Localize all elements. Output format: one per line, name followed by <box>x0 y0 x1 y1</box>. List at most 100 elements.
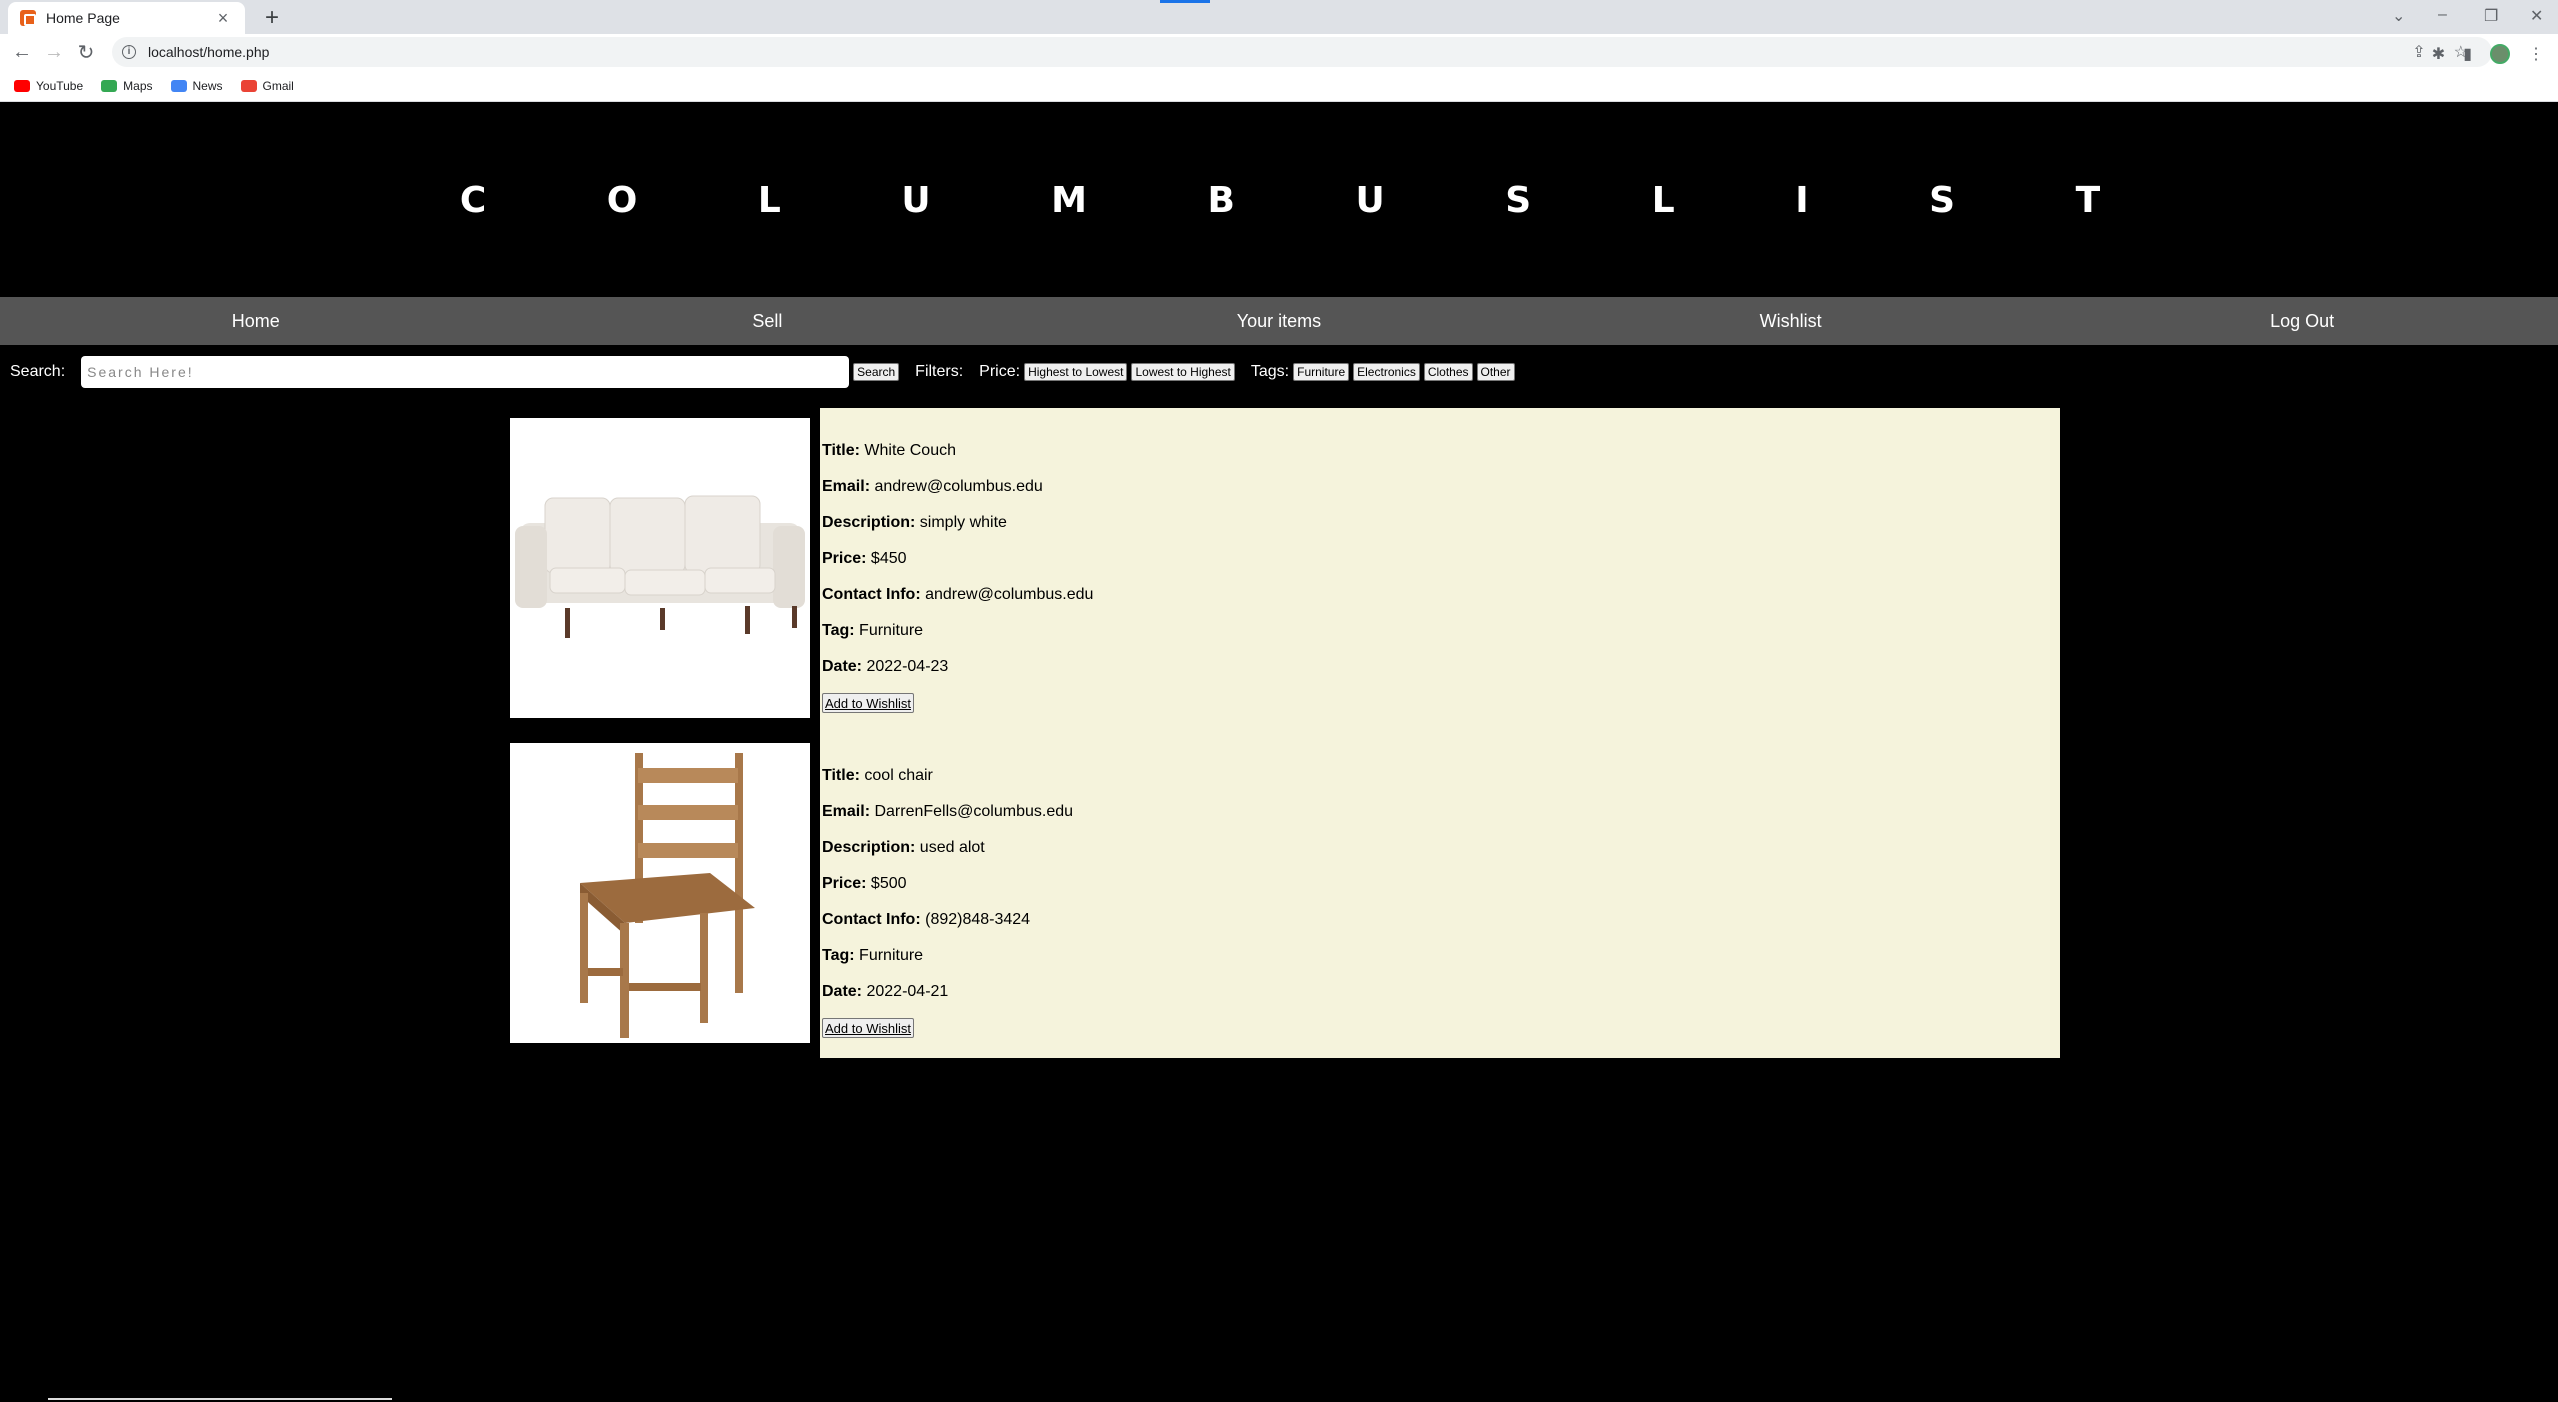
field-label: Date: <box>822 983 863 1000</box>
site-title: C O L U M B U S L I S T <box>459 179 2135 221</box>
profile-avatar[interactable] <box>2490 44 2510 64</box>
address-bar[interactable]: i localhost/home.php ⇪ ☆ <box>112 37 2492 67</box>
field-label: Email: <box>822 803 871 820</box>
listing-price-row: Price: $500 <box>822 874 2058 910</box>
listing-email-row: Email: andrew@columbus.edu <box>822 477 2058 513</box>
listing-title: cool chair <box>864 767 933 784</box>
tag-furniture-button[interactable]: Furniture <box>1293 363 1350 381</box>
listing-email: andrew@columbus.edu <box>874 478 1043 495</box>
listing-tag: Furniture <box>859 947 924 964</box>
listing-price: $450 <box>870 550 907 567</box>
close-icon[interactable]: × <box>213 8 233 29</box>
listing-email-row: Email: DarrenFells@columbus.edu <box>822 802 2058 838</box>
listing-image-cell <box>500 408 820 733</box>
bookmark-maps[interactable]: Maps <box>101 78 153 93</box>
restore-icon[interactable]: ❐ <box>2484 6 2498 26</box>
listing-email: DarrenFells@columbus.edu <box>874 803 1074 820</box>
search-label: Search: <box>10 363 66 380</box>
youtube-icon <box>14 79 30 92</box>
field-label: Title: <box>822 442 860 459</box>
tags-label: Tags: <box>1250 363 1290 380</box>
minimize-icon[interactable]: – <box>2438 6 2447 24</box>
nav-logout[interactable]: Log Out <box>2046 297 2558 345</box>
field-label: Tag: <box>822 947 855 964</box>
field-label: Title: <box>822 767 860 784</box>
search-button[interactable]: Search <box>853 363 900 381</box>
listing-info: Title: White Couch Email: andrew@columbu… <box>820 408 2060 733</box>
listing-image-cell <box>500 733 820 1058</box>
site-header: C O L U M B U S L I S T <box>0 103 2558 297</box>
chair-image <box>510 743 810 1043</box>
bookmark-news[interactable]: News <box>170 78 223 93</box>
back-icon[interactable]: ← <box>6 41 38 64</box>
listing-contact: (892)848-3424 <box>925 911 1031 928</box>
field-label: Date: <box>822 658 863 675</box>
add-to-wishlist-button[interactable]: Add to Wishlist <box>822 1018 914 1038</box>
browser-tabstrip: Home Page × + ⌄ – ❐ ✕ <box>0 0 2558 34</box>
listing-description: simply white <box>919 514 1007 531</box>
tab-accent-bar <box>1160 0 1210 3</box>
listing-date: 2022-04-21 <box>866 983 949 1000</box>
bookmark-label: News <box>192 78 223 93</box>
listing-tag: Furniture <box>859 622 924 639</box>
info-icon[interactable]: i <box>122 45 136 59</box>
field-label: Contact Info: <box>822 586 921 603</box>
nav-your-items[interactable]: Your items <box>1023 297 1535 345</box>
tab-title: Home Page <box>46 10 120 26</box>
side-panel-icon[interactable]: ▮ <box>2463 44 2472 64</box>
search-input[interactable] <box>81 356 850 388</box>
bookmark-label: YouTube <box>36 78 84 93</box>
page-content: C O L U M B U S L I S T Home Sell Your i… <box>0 103 2558 1402</box>
listing-title: White Couch <box>864 442 956 459</box>
chair-icon <box>580 753 755 1038</box>
reload-icon[interactable]: ↻ <box>70 40 102 65</box>
scrollbar[interactable] <box>48 1398 392 1400</box>
listing-date-row: Date: 2022-04-23 <box>822 657 2058 693</box>
listing-date-row: Date: 2022-04-21 <box>822 982 2058 1018</box>
nav-home[interactable]: Home <box>0 297 512 345</box>
field-label: Price: <box>822 550 867 567</box>
couch-image <box>510 418 810 718</box>
price-label: Price: <box>979 363 1021 380</box>
browser-tab[interactable]: Home Page × <box>8 2 245 34</box>
bookmark-gmail[interactable]: Gmail <box>240 78 294 93</box>
listing-card: Title: cool chair Email: DarrenFells@col… <box>500 733 2060 1058</box>
price-low-high-button[interactable]: Lowest to Highest <box>1131 363 1235 381</box>
forward-icon[interactable]: → <box>38 41 70 64</box>
add-to-wishlist-button[interactable]: Add to Wishlist <box>822 693 914 713</box>
nav-sell[interactable]: Sell <box>512 297 1024 345</box>
main-nav: Home Sell Your items Wishlist Log Out <box>0 297 2558 345</box>
listing-description: used alot <box>919 839 985 856</box>
share-icon[interactable]: ⇪ <box>2412 42 2425 62</box>
bookmark-label: Maps <box>123 78 153 93</box>
extensions-icon[interactable]: ✱ <box>2432 44 2445 64</box>
tag-other-button[interactable]: Other <box>1476 363 1515 381</box>
bookmarks-bar: YouTube Maps News Gmail <box>0 70 2558 102</box>
listing-info: Title: cool chair Email: DarrenFells@col… <box>820 733 2060 1058</box>
toolbar-right-icons: ✱ ▮ ⋮ <box>2432 44 2544 64</box>
listing-card: Title: White Couch Email: andrew@columbu… <box>500 408 2060 733</box>
listing-tag-row: Tag: Furniture <box>822 621 2058 657</box>
bookmark-label: Gmail <box>262 78 294 93</box>
tag-clothes-button[interactable]: Clothes <box>1423 363 1473 381</box>
listing-date: 2022-04-23 <box>866 658 949 675</box>
nav-wishlist[interactable]: Wishlist <box>1535 297 2047 345</box>
filters-label: Filters: <box>915 363 964 380</box>
new-tab-icon[interactable]: + <box>258 4 286 32</box>
tab-search-icon[interactable]: ⌄ <box>2392 6 2405 26</box>
bookmark-youtube[interactable]: YouTube <box>14 79 83 93</box>
listing-contact: andrew@columbus.edu <box>925 586 1094 603</box>
price-high-low-button[interactable]: Highest to Lowest <box>1024 363 1128 381</box>
listing-description-row: Description: simply white <box>822 513 2058 549</box>
gmail-icon <box>240 79 257 92</box>
browser-toolbar: ← → ↻ i localhost/home.php ⇪ ☆ <box>0 34 2558 70</box>
menu-icon[interactable]: ⋮ <box>2528 44 2544 64</box>
search-bar: Search: Search Filters: Price: Highest t… <box>0 345 2558 399</box>
field-label: Tag: <box>822 622 855 639</box>
field-label: Description: <box>822 514 916 531</box>
tag-electronics-button[interactable]: Electronics <box>1353 363 1420 381</box>
field-label: Price: <box>822 875 867 892</box>
couch-icon <box>515 495 805 638</box>
window-close-icon[interactable]: ✕ <box>2530 6 2543 26</box>
listing-title-row: Title: cool chair <box>822 766 2058 802</box>
